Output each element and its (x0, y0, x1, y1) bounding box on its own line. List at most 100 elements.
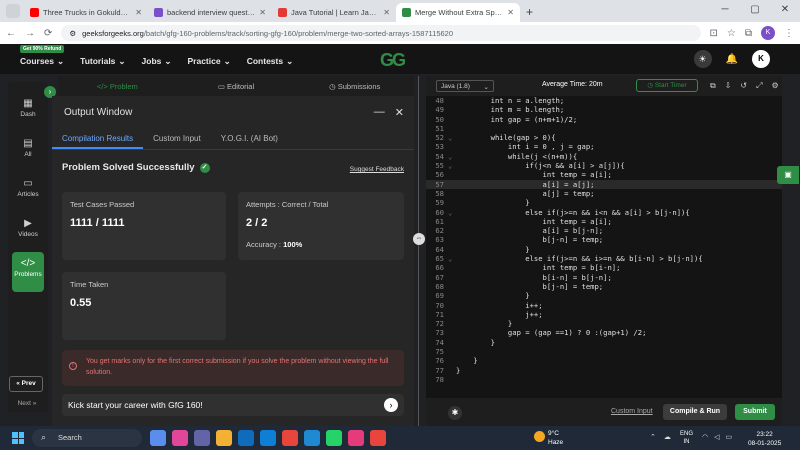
whatsapp-app-icon[interactable] (326, 430, 342, 446)
teams-app-icon[interactable] (194, 430, 210, 446)
code-editor[interactable]: 48 int n = a.length; 49 int m = b.length;… (426, 96, 782, 398)
download-icon[interactable]: ⇩ (725, 81, 732, 91)
language-select[interactable]: Java (1.8) ⌄ (436, 80, 494, 92)
nav-tutorials[interactable]: Tutorials ⌄ (80, 56, 125, 67)
windows-start-icon[interactable] (12, 432, 24, 444)
reload-icon[interactable]: ⟳ (44, 28, 52, 39)
gfg-logo[interactable]: GG (380, 50, 406, 71)
chat-icon[interactable]: ▣ (777, 166, 799, 184)
sidebar-item-videos[interactable]: ▶ Videos (8, 212, 48, 252)
reset-icon[interactable]: ↺ (740, 81, 747, 91)
file-explorer-icon[interactable] (216, 430, 232, 446)
nav-contests[interactable]: Contests ⌄ (247, 56, 294, 67)
new-tab-button[interactable]: + (526, 5, 533, 19)
fullscreen-icon[interactable]: ⤢ (756, 81, 762, 91)
hint-bulb-icon[interactable]: ✱ (448, 406, 462, 420)
browser-tab-2[interactable]: backend interview questions e ✕ (148, 3, 272, 22)
volume-icon[interactable]: ◁ (714, 433, 719, 441)
browser-tab-3[interactable]: Java Tutorial | Learn Java Progr ✕ (272, 3, 396, 22)
close-window-icon[interactable]: ✕ (770, 0, 800, 20)
arrow-right-icon[interactable]: › (384, 398, 398, 412)
maximize-icon[interactable]: ▢ (740, 0, 770, 20)
browser-tab-4[interactable]: Merge Without Extra Space | Pr ✕ (396, 3, 520, 22)
extensions-icon[interactable]: ⧉ (745, 28, 752, 39)
line-number: 73 (435, 328, 444, 338)
chevron-up-icon[interactable]: ⌃ (650, 433, 656, 441)
nav-practice[interactable]: Practice ⌄ (188, 56, 231, 67)
sidebar-item-problems[interactable]: </> Problems (12, 252, 44, 292)
star-icon[interactable]: ☆ (727, 28, 736, 39)
cloud-icon[interactable]: ☁ (664, 433, 671, 441)
fold-icon[interactable]: ⌄ (448, 161, 456, 170)
tab-editorial[interactable]: ▭ Editorial (177, 82, 296, 91)
resize-handle-icon[interactable]: ⇔ (413, 233, 425, 245)
close-icon[interactable]: ✕ (395, 106, 404, 119)
chrome-app-icon[interactable] (370, 430, 386, 446)
suggest-feedback-link[interactable]: Suggest Feedback (350, 166, 404, 173)
time-taken-label: Time Taken (70, 280, 109, 289)
battery-icon[interactable]: ▭ (726, 433, 733, 441)
custom-input-link[interactable]: Custom Input (611, 408, 653, 415)
widgets-app-icon[interactable] (150, 430, 166, 446)
compile-run-button[interactable]: Compile & Run (663, 404, 727, 420)
close-icon[interactable]: ✕ (507, 8, 514, 17)
tab-search-icon[interactable] (6, 4, 20, 18)
kickstart-banner[interactable]: Kick start your career with GfG 160! › (62, 394, 404, 416)
profile-avatar[interactable]: K (761, 26, 775, 40)
tab-problem[interactable]: </> Problem (58, 82, 177, 91)
tab-submissions[interactable]: ◷ Submissions (295, 82, 414, 91)
back-icon[interactable]: ← (6, 28, 16, 39)
taskbar-search[interactable]: ⌕ Search (32, 429, 142, 447)
sidebar-item-articles[interactable]: ▭ Articles (8, 172, 48, 212)
browser-tab-1[interactable]: Three Trucks in Gokuldham! | F ✕ (24, 3, 148, 22)
vscode-app-icon[interactable] (304, 430, 320, 446)
chrome-app-icon[interactable] (282, 430, 298, 446)
nav-courses[interactable]: Courses ⌄ (20, 56, 64, 67)
language-indicator[interactable]: ENG IN (680, 430, 693, 446)
fold-icon[interactable]: ⌄ (448, 254, 456, 263)
close-icon[interactable]: ✕ (135, 8, 142, 17)
user-avatar[interactable]: K (752, 50, 770, 68)
site-info-icon[interactable]: ⚙ (69, 29, 76, 38)
menu-icon[interactable]: ⋮ (784, 28, 794, 39)
wifi-icon[interactable]: ◠ (702, 433, 708, 441)
nav-jobs[interactable]: Jobs ⌄ (142, 56, 172, 67)
output-tabs: Compilation Results Custom Input Y.O.G.I… (52, 126, 414, 150)
close-icon[interactable]: ✕ (383, 8, 390, 17)
weather-widget[interactable]: 9°C Haze (534, 429, 563, 447)
tab-custom-input[interactable]: Custom Input (143, 126, 211, 149)
store-app-icon[interactable] (238, 430, 254, 446)
fold-icon[interactable]: ⌄ (448, 208, 456, 217)
code-line: 59 } (426, 198, 782, 207)
submit-button[interactable]: Submit (735, 404, 775, 420)
minimize-icon[interactable]: ─ (710, 0, 740, 20)
forward-icon[interactable]: → (25, 28, 35, 39)
taskbar-clock[interactable]: 23:22 08-01-2025 (748, 430, 781, 448)
tab-title: backend interview questions e (167, 8, 255, 17)
tab-yogi-ai-bot[interactable]: Y.O.G.I. (AI Bot) (211, 126, 288, 149)
outlook-app-icon[interactable] (260, 430, 276, 446)
url-field[interactable]: ⚙ geeksforgeeks.org/batch/gfg-160-proble… (61, 25, 701, 41)
prev-button[interactable]: « Prev (9, 376, 43, 392)
code-text: i++; (456, 300, 543, 310)
address-bar: ← → ⟳ ⚙ geeksforgeeks.org/batch/gfg-160-… (0, 22, 800, 44)
settings-icon[interactable]: ⚙ (772, 81, 779, 91)
close-icon[interactable]: ✕ (259, 8, 266, 17)
article-icon: ▭ (23, 178, 33, 189)
app-icon[interactable] (348, 430, 364, 446)
next-button[interactable]: Next » (12, 400, 42, 412)
notification-bell-icon[interactable]: 🔔 (726, 54, 738, 65)
cast-icon[interactable]: ⊡ (710, 28, 718, 39)
copilot-app-icon[interactable] (172, 430, 188, 446)
theme-toggle-icon[interactable]: ☀ (693, 50, 712, 68)
minimize-icon[interactable]: — (374, 106, 385, 119)
tab-compilation-results[interactable]: Compilation Results (52, 126, 144, 149)
copy-icon[interactable]: ⧉ (710, 81, 716, 91)
code-text: int temp = a[i]; (456, 170, 612, 180)
sidebar-item-all[interactable]: ▤ All (8, 132, 48, 172)
refund-badge[interactable]: Get 90% Refund (20, 45, 65, 53)
sidebar-item-dash[interactable]: ▦ Dash (8, 92, 48, 132)
fold-icon[interactable]: ⌄ (448, 133, 456, 142)
fold-icon[interactable]: ⌄ (448, 152, 456, 161)
start-timer-button[interactable]: ◷ Start Timer (636, 79, 698, 92)
